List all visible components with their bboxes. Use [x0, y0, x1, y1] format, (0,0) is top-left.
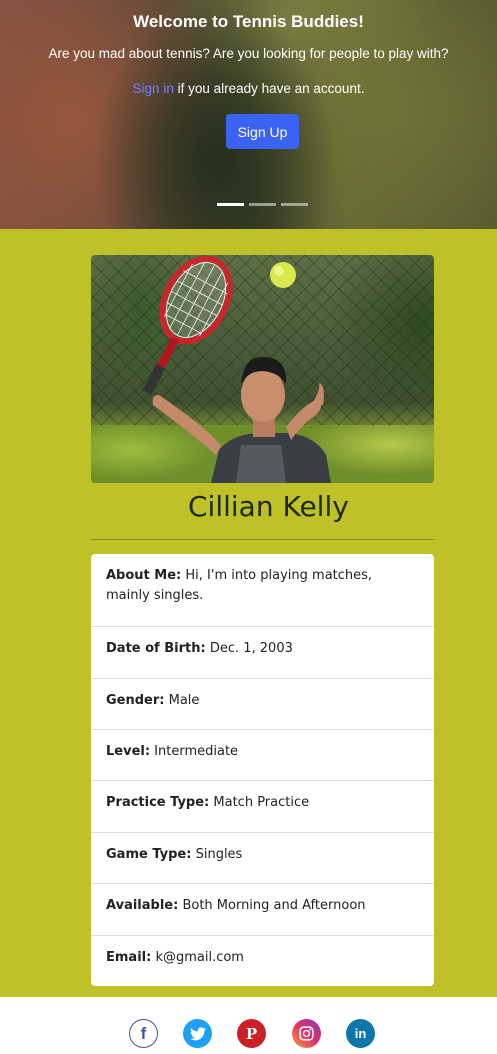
detail-game-type: Game Type: Singles [91, 833, 434, 884]
detail-value: k@gmail.com [151, 950, 244, 965]
detail-label: Game Type: [106, 847, 192, 862]
signin-link[interactable]: Sign in [133, 81, 174, 96]
detail-value: Male [164, 693, 200, 708]
detail-date-of-birth: Date of Birth: Dec. 1, 2003 [91, 627, 434, 679]
signin-rest-text: if you already have an account. [173, 81, 365, 96]
carousel-indicator-1[interactable] [217, 203, 244, 206]
facebook-icon[interactable]: f [129, 1019, 158, 1048]
detail-practice-type: Practice Type: Match Practice [91, 781, 434, 833]
detail-label: Date of Birth: [106, 641, 206, 656]
carousel-indicators [217, 203, 308, 206]
instagram-icon[interactable] [292, 1019, 321, 1048]
detail-label: Level: [106, 744, 151, 759]
detail-value: Intermediate [150, 744, 239, 759]
profile-photo [91, 255, 434, 483]
detail-value: Match Practice [209, 795, 310, 810]
hero-subtitle: Are you mad about tennis? Are you lookin… [48, 46, 449, 61]
detail-available: Available: Both Morning and Afternoon [91, 884, 434, 936]
detail-label: Email: [106, 950, 152, 965]
name-divider [91, 539, 434, 540]
detail-value: Singles [191, 847, 243, 862]
detail-label: Gender: [106, 693, 165, 708]
detail-about-me: About Me: Hi, I'm into playing matches, … [91, 554, 434, 627]
detail-level: Level: Intermediate [91, 730, 434, 781]
footer: f P in [0, 997, 497, 1054]
hero-signin-text: Sign in if you already have an account. [0, 81, 497, 96]
detail-gender: Gender: Male [91, 679, 434, 730]
detail-label: Practice Type: [106, 795, 210, 810]
twitter-icon[interactable] [183, 1019, 212, 1048]
pinterest-icon[interactable]: P [237, 1019, 266, 1048]
hero-carousel: Welcome to Tennis Buddies! Are you mad a… [0, 0, 497, 229]
profile-details-card: About Me: Hi, I'm into playing matches, … [91, 554, 434, 986]
detail-value: Dec. 1, 2003 [205, 641, 293, 656]
detail-email: Email: k@gmail.com [91, 936, 434, 980]
carousel-indicator-2[interactable] [249, 203, 276, 206]
carousel-indicator-3[interactable] [281, 203, 308, 206]
linkedin-icon[interactable]: in [346, 1019, 375, 1048]
detail-label: Available: [106, 898, 179, 913]
detail-label: About Me: [106, 568, 182, 583]
profile-name: Cillian Kelly [188, 490, 349, 523]
detail-value: Both Morning and Afternoon [178, 898, 366, 913]
signup-button[interactable]: Sign Up [226, 114, 299, 149]
hero-title: Welcome to Tennis Buddies! [133, 12, 364, 31]
